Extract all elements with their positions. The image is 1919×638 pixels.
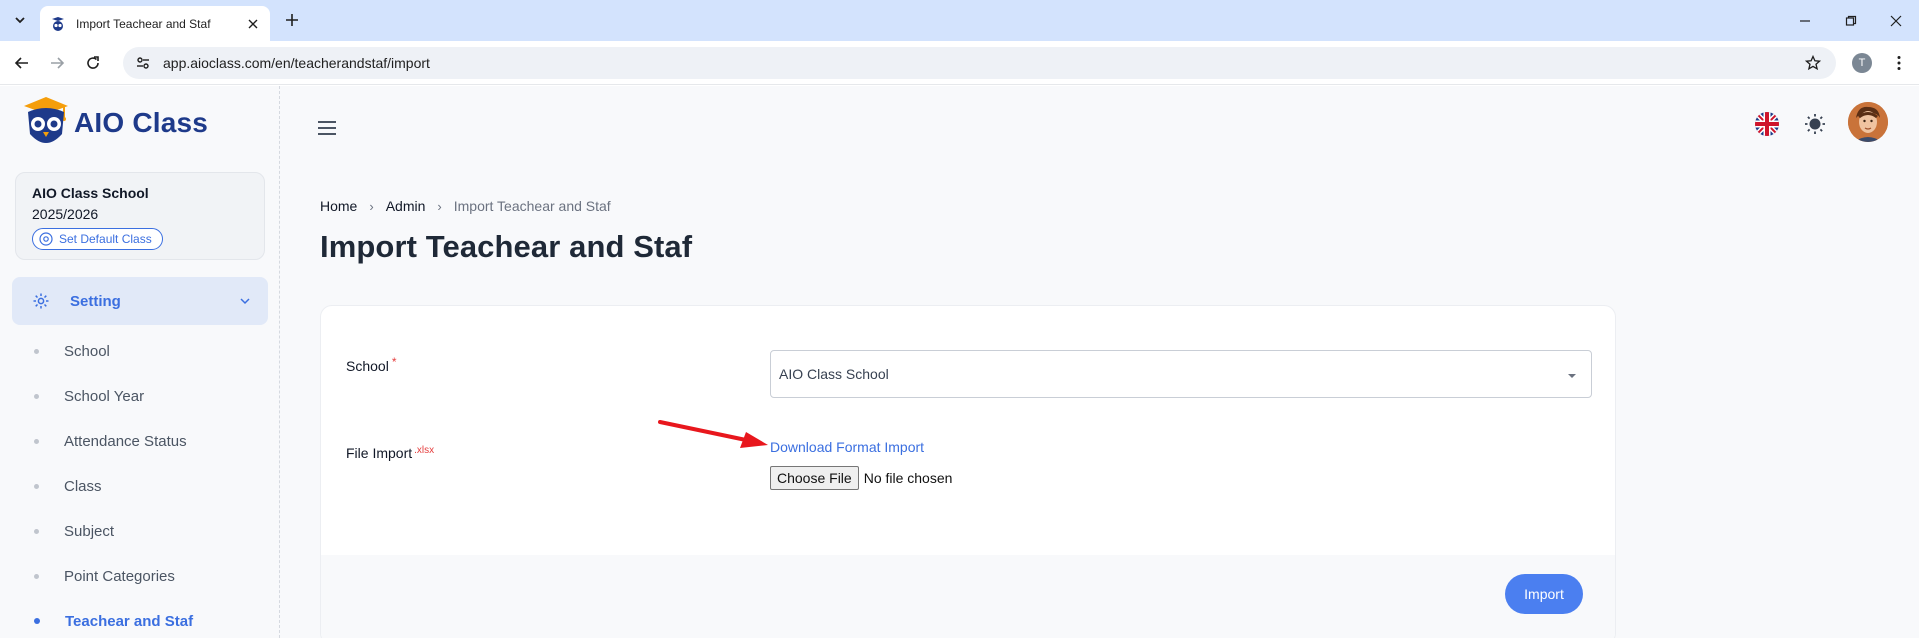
sidebar-item-subject[interactable]: Subject — [34, 521, 114, 541]
no-file-text: No file chosen — [863, 470, 953, 486]
bullet-dot — [34, 393, 39, 399]
sun-theme-icon[interactable] — [1803, 112, 1827, 136]
breadcrumb: Home › Admin › Import Teachear and Staf — [320, 198, 611, 214]
uk-flag-icon[interactable] — [1755, 112, 1779, 136]
bullet-dot — [34, 483, 39, 489]
download-format-link[interactable]: Download Format Import — [770, 439, 924, 455]
sidebar-item-label: School — [64, 342, 110, 360]
breadcrumb-current: Import Teachear and Staf — [453, 198, 611, 214]
page-title: Import Teachear and Staf — [320, 229, 693, 264]
browser-menu-icon[interactable] — [1889, 53, 1909, 73]
sidebar-item-label: Point Categories — [64, 567, 175, 585]
hamburger-menu-icon[interactable] — [315, 116, 339, 140]
app-root: AIO Class AIO Class School 2025/2026 Set… — [0, 86, 1919, 638]
sidebar-item-point-categories[interactable]: Point Categories — [34, 566, 175, 586]
sidebar-item-school-year[interactable]: School Year — [34, 386, 144, 406]
breadcrumb-admin[interactable]: Admin — [386, 198, 426, 214]
chevron-right-icon: › — [369, 198, 374, 214]
menu-group-label: Setting — [70, 292, 121, 310]
forward-icon[interactable] — [44, 50, 70, 76]
tab-title: Import Teachear and Staf — [76, 16, 211, 31]
owl-favicon-icon — [50, 16, 66, 32]
required-mark: * — [391, 355, 397, 369]
import-form-card: School * AIO Class School File Import .xls… — [320, 305, 1616, 638]
choose-file-button[interactable]: Choose File — [770, 466, 859, 490]
sidebar-item-label: Teachear and Staf — [65, 612, 194, 630]
file-import-label: File Import .xlsx — [346, 445, 434, 461]
school-field-label: School * — [346, 355, 397, 374]
school-select-value: AIO Class School — [779, 366, 889, 382]
restore-icon[interactable] — [1828, 0, 1874, 41]
bookmark-star-icon[interactable] — [1804, 54, 1822, 72]
file-ext-hint: .xlsx — [414, 445, 435, 456]
browser-tab-strip: Import Teachear and Staf — [0, 0, 1919, 41]
menu-group-setting[interactable]: Setting — [12, 277, 268, 325]
sidebar: AIO Class AIO Class School 2025/2026 Set… — [0, 86, 280, 638]
brand[interactable]: AIO Class — [20, 94, 208, 152]
new-tab-icon[interactable] — [281, 9, 303, 31]
site-settings-icon[interactable] — [134, 54, 152, 72]
sidebar-item-label: Subject — [64, 522, 115, 540]
file-import-label-text: File Import — [346, 445, 413, 461]
bullet-dot — [34, 573, 39, 579]
sidebar-item-class[interactable]: Class — [34, 476, 102, 496]
school-year: 2025/2026 — [32, 206, 99, 222]
bullet-dot — [34, 618, 40, 624]
bullet-dot — [34, 348, 39, 354]
sidebar-item-label: Class — [64, 477, 102, 495]
breadcrumb-home[interactable]: Home — [320, 198, 357, 214]
sidebar-item-attendance-status[interactable]: Attendance Status — [34, 431, 187, 451]
owl-logo-icon — [20, 94, 74, 152]
chevron-right-icon: › — [437, 198, 442, 214]
file-input[interactable]: Choose File No file chosen — [770, 466, 952, 490]
back-icon[interactable] — [9, 50, 35, 76]
reload-icon[interactable] — [80, 50, 106, 76]
gear-icon — [32, 292, 50, 310]
url-text: app.aioclass.com/en/teacherandstaf/impor… — [163, 55, 430, 71]
card-footer — [321, 555, 1615, 638]
address-bar[interactable]: app.aioclass.com/en/teacherandstaf/impor… — [123, 47, 1836, 79]
settings-badge-icon — [39, 232, 53, 246]
set-default-class-label: Set Default Class — [59, 232, 152, 246]
brand-name: AIO Class — [74, 107, 209, 138]
school-card: AIO Class School 2025/2026 Set Default C… — [15, 172, 265, 260]
red-arrow-icon — [658, 420, 768, 448]
tab-close-icon[interactable] — [244, 15, 262, 33]
bullet-dot — [34, 528, 39, 534]
browser-tab[interactable]: Import Teachear and Staf — [40, 6, 270, 41]
user-avatar[interactable] — [1848, 102, 1888, 142]
school-label-text: School — [346, 358, 389, 374]
import-button[interactable]: Import — [1505, 574, 1583, 614]
window-close-icon[interactable] — [1873, 0, 1919, 41]
sidebar-item-label: Attendance Status — [64, 432, 187, 450]
bullet-dot — [34, 438, 39, 444]
minimize-icon[interactable] — [1782, 0, 1828, 41]
school-select[interactable]: AIO Class School — [770, 350, 1592, 398]
chevron-down-icon — [240, 294, 250, 309]
sidebar-item-school[interactable]: School — [34, 341, 110, 361]
sidebar-item-teachear-and-staf[interactable]: Teachear and Staf — [34, 611, 193, 631]
school-name: AIO Class School — [32, 185, 149, 201]
tab-search-icon[interactable] — [8, 8, 32, 32]
browser-profile-avatar[interactable]: T — [1852, 53, 1872, 73]
set-default-class-button[interactable]: Set Default Class — [32, 228, 163, 250]
caret-down-icon — [1567, 366, 1577, 382]
sidebar-item-label: School Year — [64, 387, 145, 405]
browser-toolbar: app.aioclass.com/en/teacherandstaf/impor… — [0, 41, 1919, 85]
